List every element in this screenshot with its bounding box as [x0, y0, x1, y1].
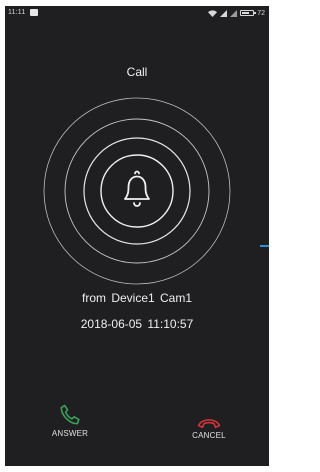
signal-icon — [230, 9, 238, 17]
answer-button[interactable]: ANSWER — [35, 403, 105, 438]
battery-level: 72 — [257, 9, 265, 17]
cancel-label: CANCEL — [192, 431, 226, 440]
phone-hangup-icon — [197, 419, 221, 429]
phone-answer-icon — [60, 404, 80, 425]
status-icons: 72 — [208, 8, 265, 18]
notification-icon — [30, 9, 38, 16]
page-title: Call — [126, 65, 148, 79]
bell-icon — [124, 170, 150, 207]
caller-source: from Device1 Cam1 — [81, 291, 193, 305]
answer-label: ANSWER — [51, 429, 89, 438]
outer-ring — [43, 97, 231, 285]
bell-circle — [100, 154, 174, 228]
side-indicator — [260, 245, 269, 247]
battery-icon — [240, 10, 257, 16]
status-time: 11:11 — [8, 9, 26, 16]
signal-icon — [220, 9, 228, 17]
middle-ring — [64, 118, 210, 264]
wifi-icon — [208, 9, 218, 17]
inner-ring — [83, 137, 191, 245]
status-bar: 11:11 72 — [5, 6, 269, 20]
call-screen: 11:11 72 Call from Device1 Cam1 2018-06-… — [5, 6, 269, 466]
call-timestamp: 2018-06-05 11:10:57 — [80, 317, 194, 331]
ringing-rings — [43, 97, 231, 285]
cancel-button[interactable]: CANCEL — [174, 415, 244, 440]
